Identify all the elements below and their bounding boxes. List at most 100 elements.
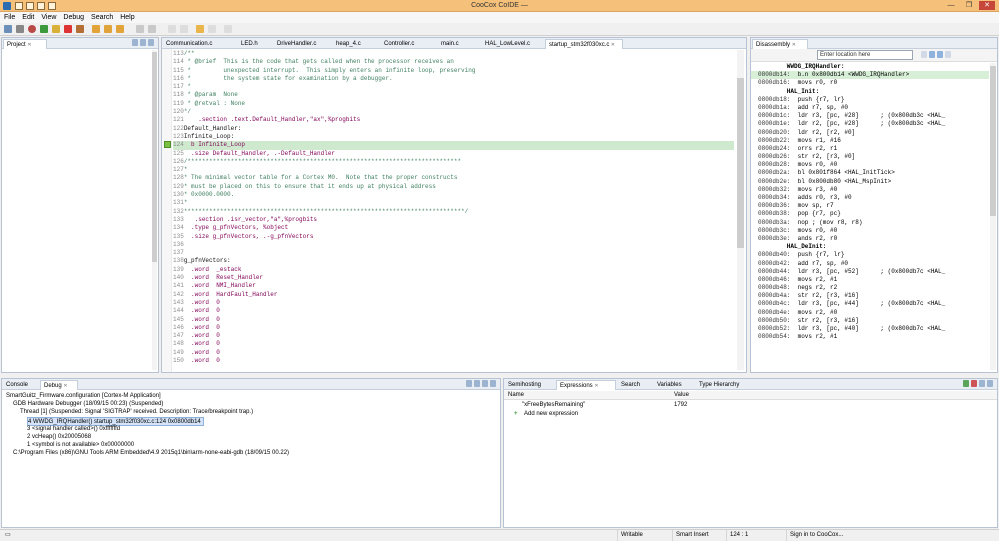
nav-icon[interactable] [208,25,216,33]
tab-semihosting[interactable]: Semihosting [505,380,555,390]
maximize-button[interactable]: ❐ [961,1,977,10]
folder-icon[interactable] [196,25,204,33]
view-icon[interactable] [466,380,472,387]
close-button[interactable]: ✕ [979,1,995,10]
view-icon[interactable] [979,380,985,387]
debug-tree-item[interactable]: Thread [1] (Suspended: Signal 'SIGTRAP' … [6,408,496,416]
tab-search[interactable]: Search [618,380,652,390]
location-input[interactable]: Enter location here [817,50,913,60]
tree-item-label: Thread [1] (Suspended: Signal 'SIGTRAP' … [20,409,254,416]
code-text: .word 0 [183,307,220,315]
project-scroll-thumb[interactable] [152,52,157,262]
tab-expressions[interactable]: Expressions ✕ [556,380,616,390]
address: 0800db36: [758,202,791,210]
editor-tab[interactable]: DriveHandler.c [274,39,332,49]
menu-edit[interactable]: Edit [22,12,34,23]
menu-icon[interactable] [945,51,951,58]
debug-tree-item[interactable]: GDB Hardware Debugger (18/09/15 00:23) (… [6,400,496,408]
view-icon[interactable] [474,380,480,387]
menu-search[interactable]: Search [91,12,113,23]
suspend-icon[interactable] [52,25,60,33]
debug-tree-item[interactable]: 2 vcHeap() 0x20005068 [6,433,496,441]
debug-tree-item[interactable]: 1 <symbol is not available> 0x00000000 [6,441,496,449]
tab-console[interactable]: Console [3,380,39,390]
editor-tab[interactable]: startup_stm32f030xc.c ✕ [545,39,623,49]
debug-tree-item[interactable]: 3 <signal handler called>() 0xfffffffd [6,425,496,433]
debug-icon[interactable] [28,25,36,33]
tab-project[interactable]: Project ✕ [3,39,47,49]
instruction: bl 0x801f864 <HAL_InitTick> [790,169,895,177]
code-line: 130* 0x0000.0000. [173,191,734,199]
editor-tab[interactable]: HAL_LowLevel.c [482,39,544,49]
instruction: movs r2, #1 [790,275,838,283]
reset-icon[interactable] [76,25,84,33]
step-over-icon[interactable] [104,25,112,33]
disassembly-line: 0800db4a: str r2, [r3, #16] [751,292,989,300]
view-icon[interactable] [987,380,993,387]
editor-tab[interactable]: main.c [438,39,481,49]
nav-icon[interactable] [224,25,232,33]
minimize-button[interactable]: — [943,1,959,10]
tab-type-hierarchy[interactable]: Type Hierarchy [696,380,748,390]
close-icon[interactable]: ✕ [792,42,796,48]
address: 0800db48: [758,284,791,292]
close-icon[interactable]: ✕ [594,383,598,389]
add-expression-row[interactable]: + Add new expression [504,410,997,419]
link-icon[interactable] [937,51,943,58]
address: 0800db44: [758,267,791,275]
close-icon[interactable]: ✕ [609,42,615,48]
close-icon[interactable]: ✕ [27,42,31,48]
menu-help[interactable]: Help [120,12,134,23]
tab-variables[interactable]: Variables [654,380,694,390]
sync-icon[interactable] [929,51,935,58]
menu-debug[interactable]: Debug [63,12,84,23]
close-icon[interactable]: ✕ [63,383,67,389]
view-icon[interactable] [482,380,488,387]
instruction: ldr r2, [r2, #0] [790,128,856,136]
view-icon[interactable] [490,380,496,387]
resume-icon[interactable] [40,25,48,33]
instruction: add r7, sp, #0 [790,259,849,267]
line-number: 144 [173,307,184,315]
editor-tab[interactable]: Communication.c [163,39,237,49]
disassembly-code[interactable]: WWDG_IRQHandler: 0800db14: b.n 0x800db14 … [751,63,989,368]
table-row[interactable]: "xFreeBytesRemaining" 1792 [504,401,997,410]
forward-icon[interactable] [148,25,156,33]
editor-tab[interactable]: heap_4.c [333,39,380,49]
editor-tab[interactable]: Controller.c [381,39,437,49]
step-into-icon[interactable] [92,25,100,33]
tree-item-label: 2 vcHeap() 0x20005068 [27,433,92,440]
instruction: movs r2, #0 [790,308,838,316]
menu-view[interactable]: View [41,12,56,23]
link-icon[interactable] [140,39,146,46]
menu-file[interactable]: File [4,12,15,23]
debug-tree-item[interactable]: C:\Program Files (x86)\GNU Tools ARM Emb… [6,449,496,457]
dropdown-icon[interactable] [921,51,927,58]
editor-scroll-thumb[interactable] [737,78,744,248]
line-number: 131 [173,199,184,207]
debug-tree-item[interactable]: SmartGuitz_Firmware.configuration [Corte… [6,392,496,400]
code-area[interactable]: 113/** 114 * @brief This is the code that… [173,50,734,368]
tab-disassembly[interactable]: Disassembly ✕ [752,39,808,49]
minimize-view-icon[interactable] [148,39,154,46]
collapse-icon[interactable] [132,39,138,46]
chip-icon[interactable] [16,25,24,33]
back-icon[interactable] [136,25,144,33]
code-line: 140 .word Reset_Handler [173,274,734,282]
instruction: ldr r3, [pc, #40] ; (0x800db7c <HAL_ [790,325,946,332]
sign-in-link[interactable]: Sign in to CooCox... [786,530,866,541]
debug-tree-item[interactable]: 4 WWDG_IRQHandler() startup_stm32f030xc.… [6,416,496,426]
instruction: str r2, [r3, #0] [790,153,856,161]
step-return-icon[interactable] [116,25,124,33]
line-number: 136 [173,240,184,248]
disassembly-scroll-thumb[interactable] [990,66,996,216]
terminate-icon[interactable] [64,25,72,33]
editor-tab-label: heap_4.c [336,41,361,47]
remove-icon[interactable] [971,380,977,387]
nav-icon[interactable] [168,25,176,33]
editor-tab[interactable]: LED.h [238,39,273,49]
tab-debug[interactable]: Debug ✕ [40,380,78,390]
add-icon[interactable] [963,380,969,387]
nav-icon[interactable] [180,25,188,33]
new-icon[interactable] [4,25,12,33]
